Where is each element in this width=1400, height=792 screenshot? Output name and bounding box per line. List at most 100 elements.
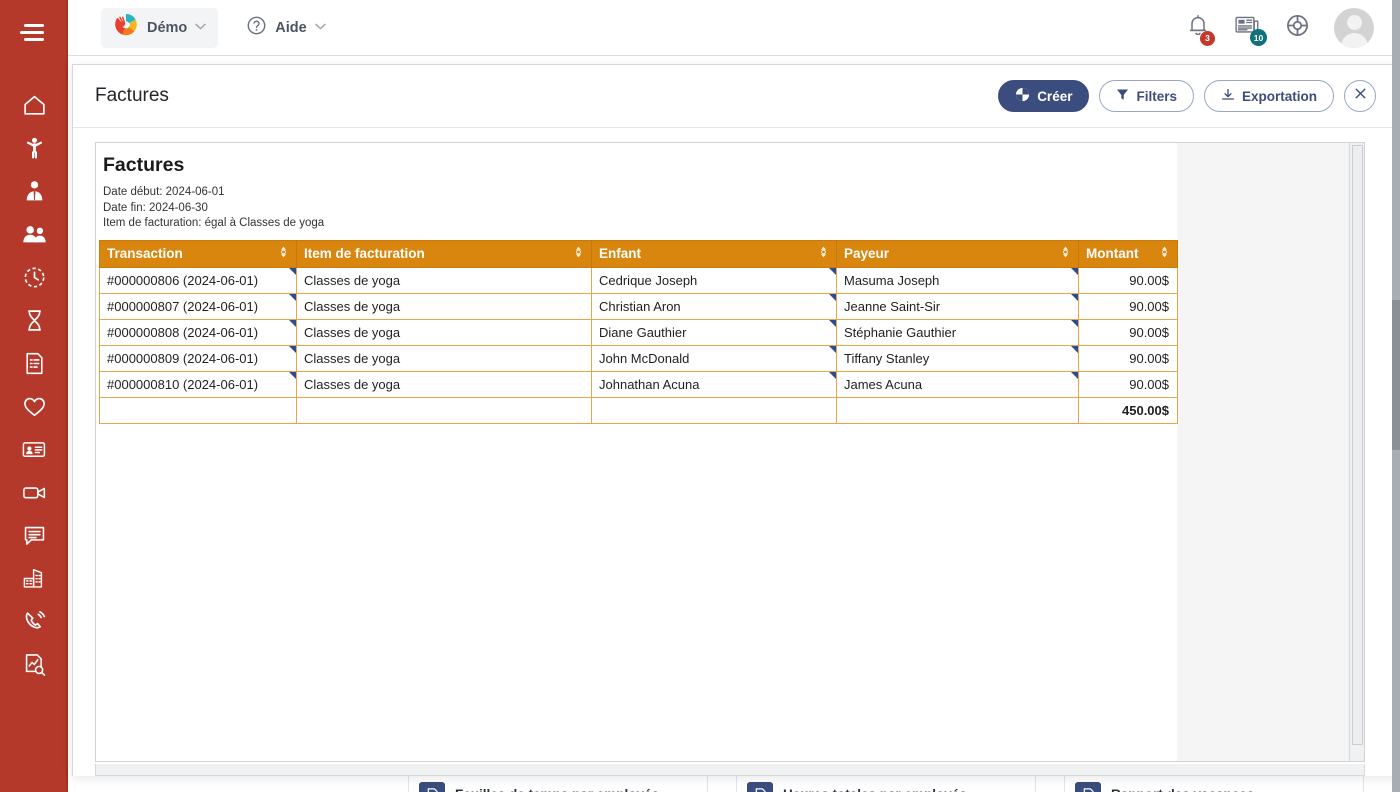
lifebuoy-icon: [1285, 14, 1310, 42]
messages-button[interactable]: 10: [1234, 13, 1267, 46]
cell-enfant[interactable]: Christian Aron: [591, 292, 837, 320]
colorful-hands-logo: [113, 12, 139, 43]
create-button[interactable]: Créer: [998, 80, 1090, 112]
cell-transaction[interactable]: #000000809 (2024-06-01): [99, 344, 297, 372]
sidebar-item-health[interactable]: [0, 385, 68, 428]
cell-montant[interactable]: 90.00$: [1078, 370, 1178, 398]
invoices-table: Transaction Item de facturation Enfant P…: [99, 239, 1178, 424]
cell-transaction[interactable]: #000000810 (2024-06-01): [99, 370, 297, 398]
column-label: Enfant: [599, 245, 641, 261]
sidebar-item-calls[interactable]: [0, 600, 68, 643]
sort-toggle-icon[interactable]: [818, 246, 829, 261]
child-icon: [22, 136, 47, 161]
sort-toggle-icon[interactable]: [1060, 246, 1071, 261]
total-cell-enfant: [591, 396, 837, 424]
page-vertical-scrollbar[interactable]: [1392, 0, 1400, 792]
sidebar-item-contacts[interactable]: [0, 428, 68, 471]
chevron-down-icon: [315, 22, 326, 33]
avatar-body: [1340, 32, 1368, 48]
cell-payeur[interactable]: Masuma Joseph: [836, 266, 1079, 294]
sidebar-item-children[interactable]: [0, 127, 68, 170]
sidebar-edge: [66, 0, 68, 792]
sidebar-item-cameras[interactable]: [0, 471, 68, 514]
sort-toggle-icon[interactable]: [1159, 246, 1170, 261]
cell-montant[interactable]: 90.00$: [1078, 292, 1178, 320]
comment-corner-icon: [829, 346, 836, 353]
filters-button-label: Filters: [1136, 88, 1177, 104]
cell-transaction[interactable]: #000000807 (2024-06-01): [99, 292, 297, 320]
modal-body: Factures Date début: 2024-06-01 Date fin…: [73, 128, 1400, 776]
cell-payeur[interactable]: Tiffany Stanley: [836, 344, 1079, 372]
close-button[interactable]: [1344, 80, 1376, 112]
dashboard-card-label: Heures totales par employés: [783, 787, 967, 792]
cell-payeur[interactable]: James Acuna: [836, 370, 1079, 398]
sidebar-item-reports[interactable]: [0, 643, 68, 686]
cell-payeur[interactable]: Jeanne Saint-Sir: [836, 292, 1079, 320]
cell-payeur[interactable]: Stéphanie Gauthier: [836, 318, 1079, 346]
table-row[interactable]: #000000806 (2024-06-01) Classes de yoga …: [99, 266, 1178, 294]
cell-montant[interactable]: 90.00$: [1078, 318, 1178, 346]
report-icon: [1075, 782, 1101, 792]
support-button[interactable]: [1285, 13, 1310, 43]
report-viewport: Factures Date début: 2024-06-01 Date fin…: [95, 142, 1365, 762]
cell-montant[interactable]: 90.00$: [1078, 266, 1178, 294]
column-header-transaction[interactable]: Transaction: [99, 239, 297, 268]
sidebar-item-billing[interactable]: [0, 342, 68, 385]
sidebar-item-groups[interactable]: [0, 213, 68, 256]
filters-button[interactable]: Filters: [1099, 80, 1194, 112]
comment-corner-icon: [289, 294, 296, 301]
download-icon: [1221, 88, 1235, 105]
table-header-row: Transaction Item de facturation Enfant P…: [99, 239, 1178, 268]
comment-corner-icon: [829, 268, 836, 275]
table-row[interactable]: #000000808 (2024-06-01) Classes de yoga …: [99, 318, 1178, 346]
sort-toggle-icon[interactable]: [278, 246, 289, 261]
column-header-montant[interactable]: Montant: [1078, 239, 1178, 268]
table-row[interactable]: #000000809 (2024-06-01) Classes de yoga …: [99, 344, 1178, 372]
sort-toggle-icon[interactable]: [573, 246, 584, 261]
cell-item[interactable]: Classes de yoga: [296, 292, 592, 320]
cell-item[interactable]: Classes de yoga: [296, 370, 592, 398]
cell-item[interactable]: Classes de yoga: [296, 266, 592, 294]
building-icon: [21, 566, 47, 591]
table-row[interactable]: #000000810 (2024-06-01) Classes de yoga …: [99, 370, 1178, 398]
help-label: Aide: [275, 19, 307, 36]
cell-transaction[interactable]: #000000808 (2024-06-01): [99, 318, 297, 346]
cell-item[interactable]: Classes de yoga: [296, 318, 592, 346]
cell-enfant[interactable]: Cedrique Joseph: [591, 266, 837, 294]
report-scrollbar-thumb[interactable]: [1352, 145, 1363, 745]
sidebar-item-messages[interactable]: [0, 514, 68, 557]
org-switcher[interactable]: Démo: [101, 7, 219, 48]
page-scrollbar-thumb[interactable]: [1392, 300, 1400, 450]
comment-corner-icon: [829, 294, 836, 301]
sidebar-item-home[interactable]: [0, 84, 68, 127]
user-avatar[interactable]: [1334, 7, 1374, 48]
help-menu[interactable]: Aide: [236, 8, 335, 48]
report-vertical-scrollbar[interactable]: [1349, 143, 1364, 761]
cell-item[interactable]: Classes de yoga: [296, 344, 592, 372]
comment-corner-icon: [1071, 320, 1078, 327]
comment-corner-icon: [289, 320, 296, 327]
cell-montant[interactable]: 90.00$: [1078, 344, 1178, 372]
main-sidebar: [0, 0, 68, 792]
export-button[interactable]: Exportation: [1203, 80, 1334, 112]
cell-enfant[interactable]: Diane Gauthier: [591, 318, 837, 346]
notifications-button[interactable]: 3: [1186, 13, 1215, 46]
sidebar-item-time-tracking[interactable]: [0, 256, 68, 299]
sidebar-item-organization[interactable]: [0, 557, 68, 600]
table-row[interactable]: #000000807 (2024-06-01) Classes de yoga …: [99, 292, 1178, 320]
page-title: Factures: [95, 85, 169, 106]
report-filters-summary: Date début: 2024-06-01 Date fin: 2024-06…: [99, 185, 1177, 240]
cell-enfant[interactable]: John McDonald: [591, 344, 837, 372]
hamburger-menu-icon[interactable]: [18, 22, 50, 44]
sidebar-item-employees[interactable]: [0, 170, 68, 213]
users-group-icon: [21, 222, 48, 247]
column-header-payeur[interactable]: Payeur: [836, 239, 1079, 268]
table-total-row: 450.00$: [99, 396, 1178, 424]
column-header-item[interactable]: Item de facturation: [296, 239, 592, 268]
cell-transaction[interactable]: #000000806 (2024-06-01): [99, 266, 297, 294]
table-body: #000000806 (2024-06-01) Classes de yoga …: [99, 266, 1178, 424]
column-header-enfant[interactable]: Enfant: [591, 239, 837, 268]
cell-enfant[interactable]: Johnathan Acuna: [591, 370, 837, 398]
sidebar-item-waiting-list[interactable]: [0, 299, 68, 342]
report-horizontal-scrollbar[interactable]: [95, 764, 1365, 776]
